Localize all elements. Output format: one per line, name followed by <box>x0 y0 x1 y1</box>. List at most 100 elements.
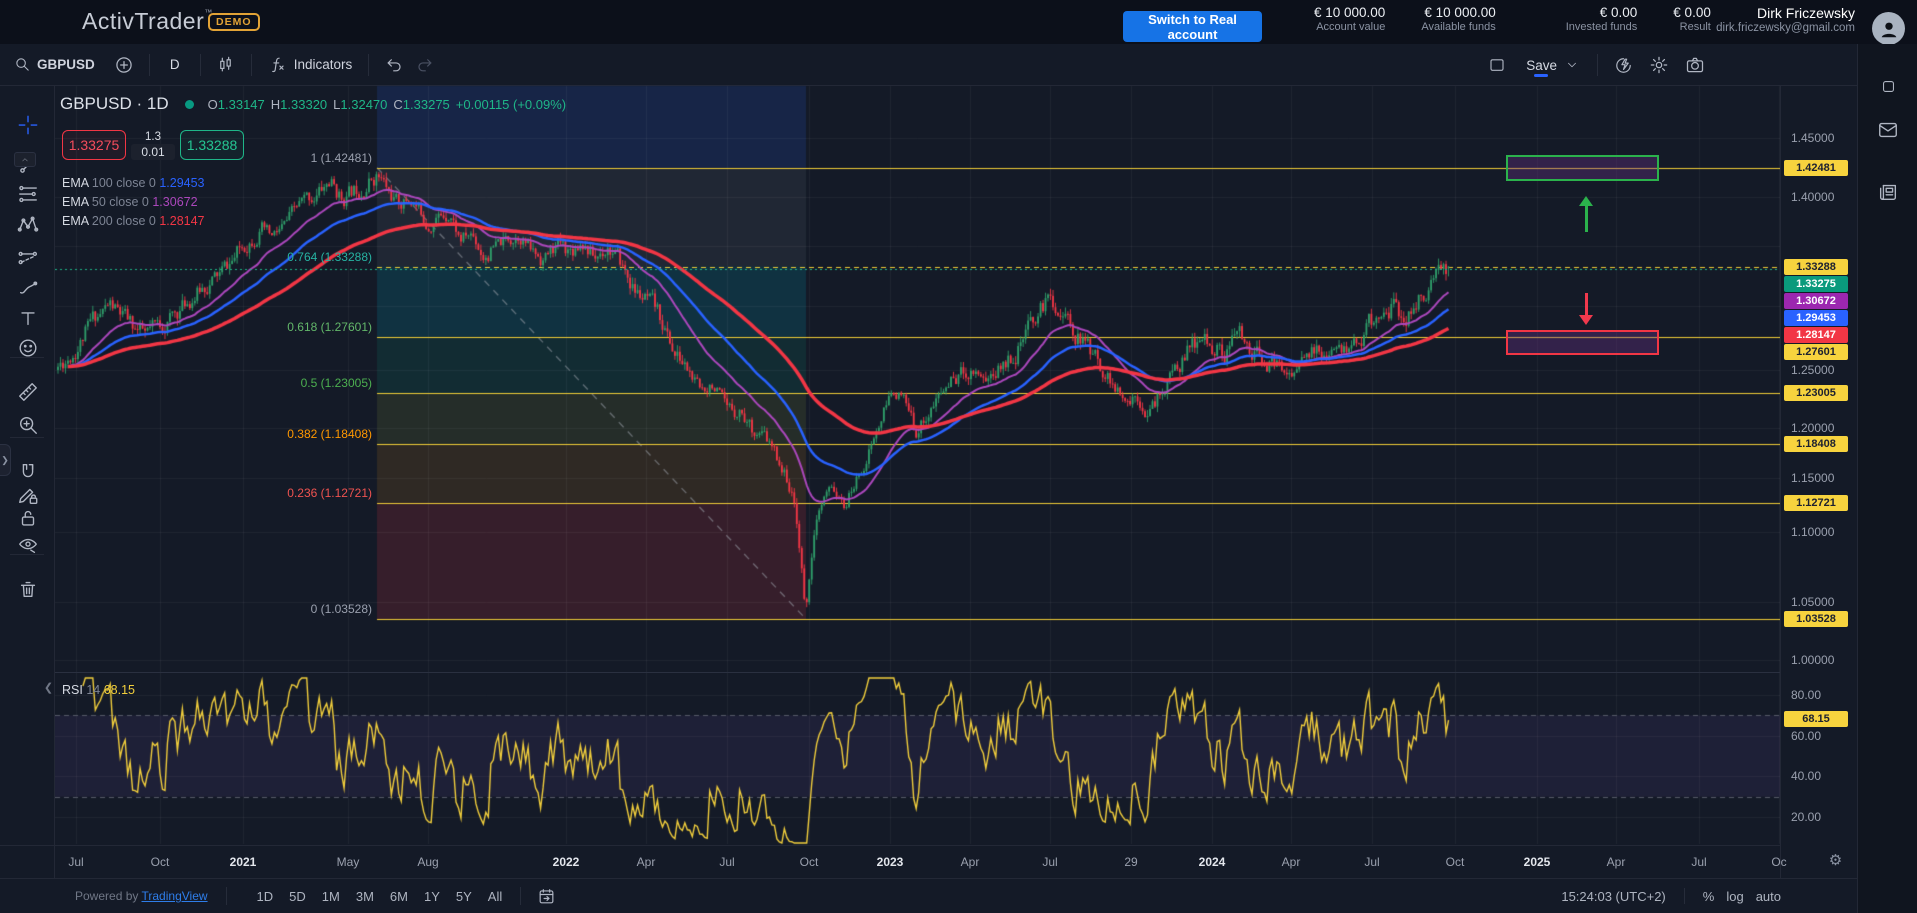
clock[interactable]: 15:24:03 (UTC+2) <box>1561 889 1665 904</box>
panel-toggle-button[interactable] <box>1874 72 1902 100</box>
collapse-indicators-button[interactable] <box>14 152 36 167</box>
indicator-row[interactable]: EMA 50 close 0 1.30672 <box>62 195 198 209</box>
save-menu-button[interactable] <box>1557 50 1587 80</box>
time-tick-label: Aug <box>417 855 438 869</box>
rsi-tick-label: 80.00 <box>1791 688 1821 702</box>
price-axis-badge: 1.30672 <box>1784 293 1848 309</box>
right-sidebar <box>1857 44 1917 913</box>
hide-drawings-handle[interactable]: ❮ <box>42 676 55 698</box>
rsi-tick-label: 60.00 <box>1791 729 1821 743</box>
chart-type-button[interactable] <box>211 50 241 80</box>
news-button[interactable] <box>1874 178 1902 206</box>
price-axis[interactable]: 1.450001.400001.250001.200001.150001.100… <box>1780 86 1857 878</box>
time-tick-label: 2021 <box>230 855 257 869</box>
rsi-tick-label: 40.00 <box>1791 769 1821 783</box>
ruler-tool[interactable] <box>13 377 43 407</box>
range-button-3m[interactable]: 3M <box>348 886 382 907</box>
drawing-toolbar <box>0 86 55 913</box>
screenshot-button[interactable] <box>1680 50 1710 80</box>
range-button-5d[interactable]: 5D <box>281 886 314 907</box>
take-profit-box[interactable] <box>1506 155 1659 181</box>
camera-icon <box>1685 55 1705 75</box>
indicator-row[interactable]: EMA 100 close 0 1.29453 <box>62 176 205 190</box>
quick-actions-button[interactable] <box>1608 50 1638 80</box>
switch-to-real-account-button[interactable]: Switch to Real account <box>1123 11 1262 42</box>
indicator-row[interactable]: EMA 200 close 0 1.28147 <box>62 214 205 228</box>
time-tick-label: 2023 <box>877 855 904 869</box>
range-button-all[interactable]: All <box>480 886 510 907</box>
time-tick-label: Jul <box>1042 855 1057 869</box>
market-status-dot[interactable] <box>185 100 194 109</box>
pane-separator[interactable] <box>55 672 1780 673</box>
trash-tool[interactable] <box>13 574 43 604</box>
time-tick-label: 2022 <box>553 855 580 869</box>
candles-icon <box>216 55 235 74</box>
symbol-search[interactable]: GBPUSD <box>14 56 95 73</box>
range-button-1y[interactable]: 1Y <box>416 886 448 907</box>
price-axis-badge: 1.28147 <box>1784 327 1848 343</box>
user-block[interactable]: Dirk Friczewsky dirk.friczewsky@gmail.co… <box>1716 5 1855 34</box>
divider <box>368 54 369 76</box>
text-tool[interactable] <box>13 303 43 333</box>
powered-by: Powered by TradingView <box>75 889 208 903</box>
time-tick-label: Oc <box>1771 855 1786 869</box>
rsi-legend[interactable]: RSI 14 68.15 <box>62 683 135 697</box>
range-button-6m[interactable]: 6M <box>382 886 416 907</box>
horizontal-lines-tool[interactable] <box>13 179 43 209</box>
indicators-button[interactable]: Indicators <box>262 50 359 80</box>
divider <box>10 554 44 555</box>
user-name: Dirk Friczewsky <box>1716 5 1855 21</box>
settings-button[interactable] <box>1644 50 1674 80</box>
mail-button[interactable] <box>1874 116 1902 144</box>
symbol-title: GBPUSD · 1D <box>60 94 169 114</box>
crosshair-tool[interactable] <box>13 110 43 140</box>
xabcd-pattern-tool[interactable] <box>13 210 43 240</box>
emoji-tool[interactable] <box>13 333 43 363</box>
price-axis-badge: 1.18408 <box>1784 436 1848 452</box>
symbol-label: GBPUSD <box>37 57 95 72</box>
percent-scale-button[interactable]: % <box>1703 889 1715 904</box>
ohlc-open: O1.33147 <box>208 97 265 112</box>
activtrader-app: ActivTrader™ DEMO Switch to Real account… <box>0 0 1917 913</box>
hide-drawings-tool[interactable] <box>13 530 43 560</box>
timeframe-button[interactable]: D <box>160 50 190 80</box>
avatar[interactable] <box>1872 12 1905 45</box>
sell-button[interactable]: 1.33275 <box>62 130 126 160</box>
range-buttons: 1D5D1M3M6M1Y5YAll <box>249 886 511 907</box>
toolbar-collapse-handle[interactable]: ❯ <box>0 444 11 476</box>
brush-tool[interactable] <box>13 273 43 303</box>
log-scale-button[interactable]: log <box>1726 889 1743 904</box>
lock-tool[interactable] <box>13 503 43 533</box>
save-button[interactable]: Save <box>1526 58 1557 73</box>
person-icon <box>1878 18 1900 40</box>
stop-loss-box[interactable] <box>1506 330 1659 355</box>
down-arrow-annotation <box>1579 293 1593 325</box>
buy-button[interactable]: 1.33288 <box>180 130 244 160</box>
price-axis-badge: 1.27601 <box>1784 344 1848 360</box>
rsi-tick-label: 20.00 <box>1791 810 1821 824</box>
fib-level-label: 0.764 (1.33288) <box>212 250 372 264</box>
ohlc-low: L1.32470 <box>333 97 387 112</box>
add-symbol-button[interactable] <box>109 50 139 80</box>
time-axis[interactable]: JulOct2021MayAug2022AprJulOct2023AprJul2… <box>0 845 1780 878</box>
divider <box>200 54 201 76</box>
zoom-in-tool[interactable] <box>13 410 43 440</box>
time-tick-label: Oct <box>151 855 170 869</box>
divider <box>251 54 252 76</box>
range-button-1d[interactable]: 1D <box>249 886 282 907</box>
range-button-1m[interactable]: 1M <box>314 886 348 907</box>
redo-button[interactable] <box>409 50 439 80</box>
tradingview-link[interactable]: TradingView <box>142 889 208 903</box>
time-tick-label: Jul <box>719 855 734 869</box>
layout-button[interactable] <box>1482 50 1512 80</box>
toolbar-right: Save <box>1482 44 1710 86</box>
projection-tool[interactable] <box>13 243 43 273</box>
auto-scale-button[interactable]: auto <box>1756 889 1781 904</box>
fib-level-label: 0.382 (1.18408) <box>212 427 372 441</box>
undo-button[interactable] <box>379 50 409 80</box>
footer-bar: Powered by TradingView 1D5D1M3M6M1Y5YAll… <box>0 878 1857 913</box>
price-chart[interactable] <box>55 85 1780 845</box>
range-button-5y[interactable]: 5Y <box>448 886 480 907</box>
divider <box>149 54 150 76</box>
go-to-date-button[interactable] <box>531 881 561 911</box>
